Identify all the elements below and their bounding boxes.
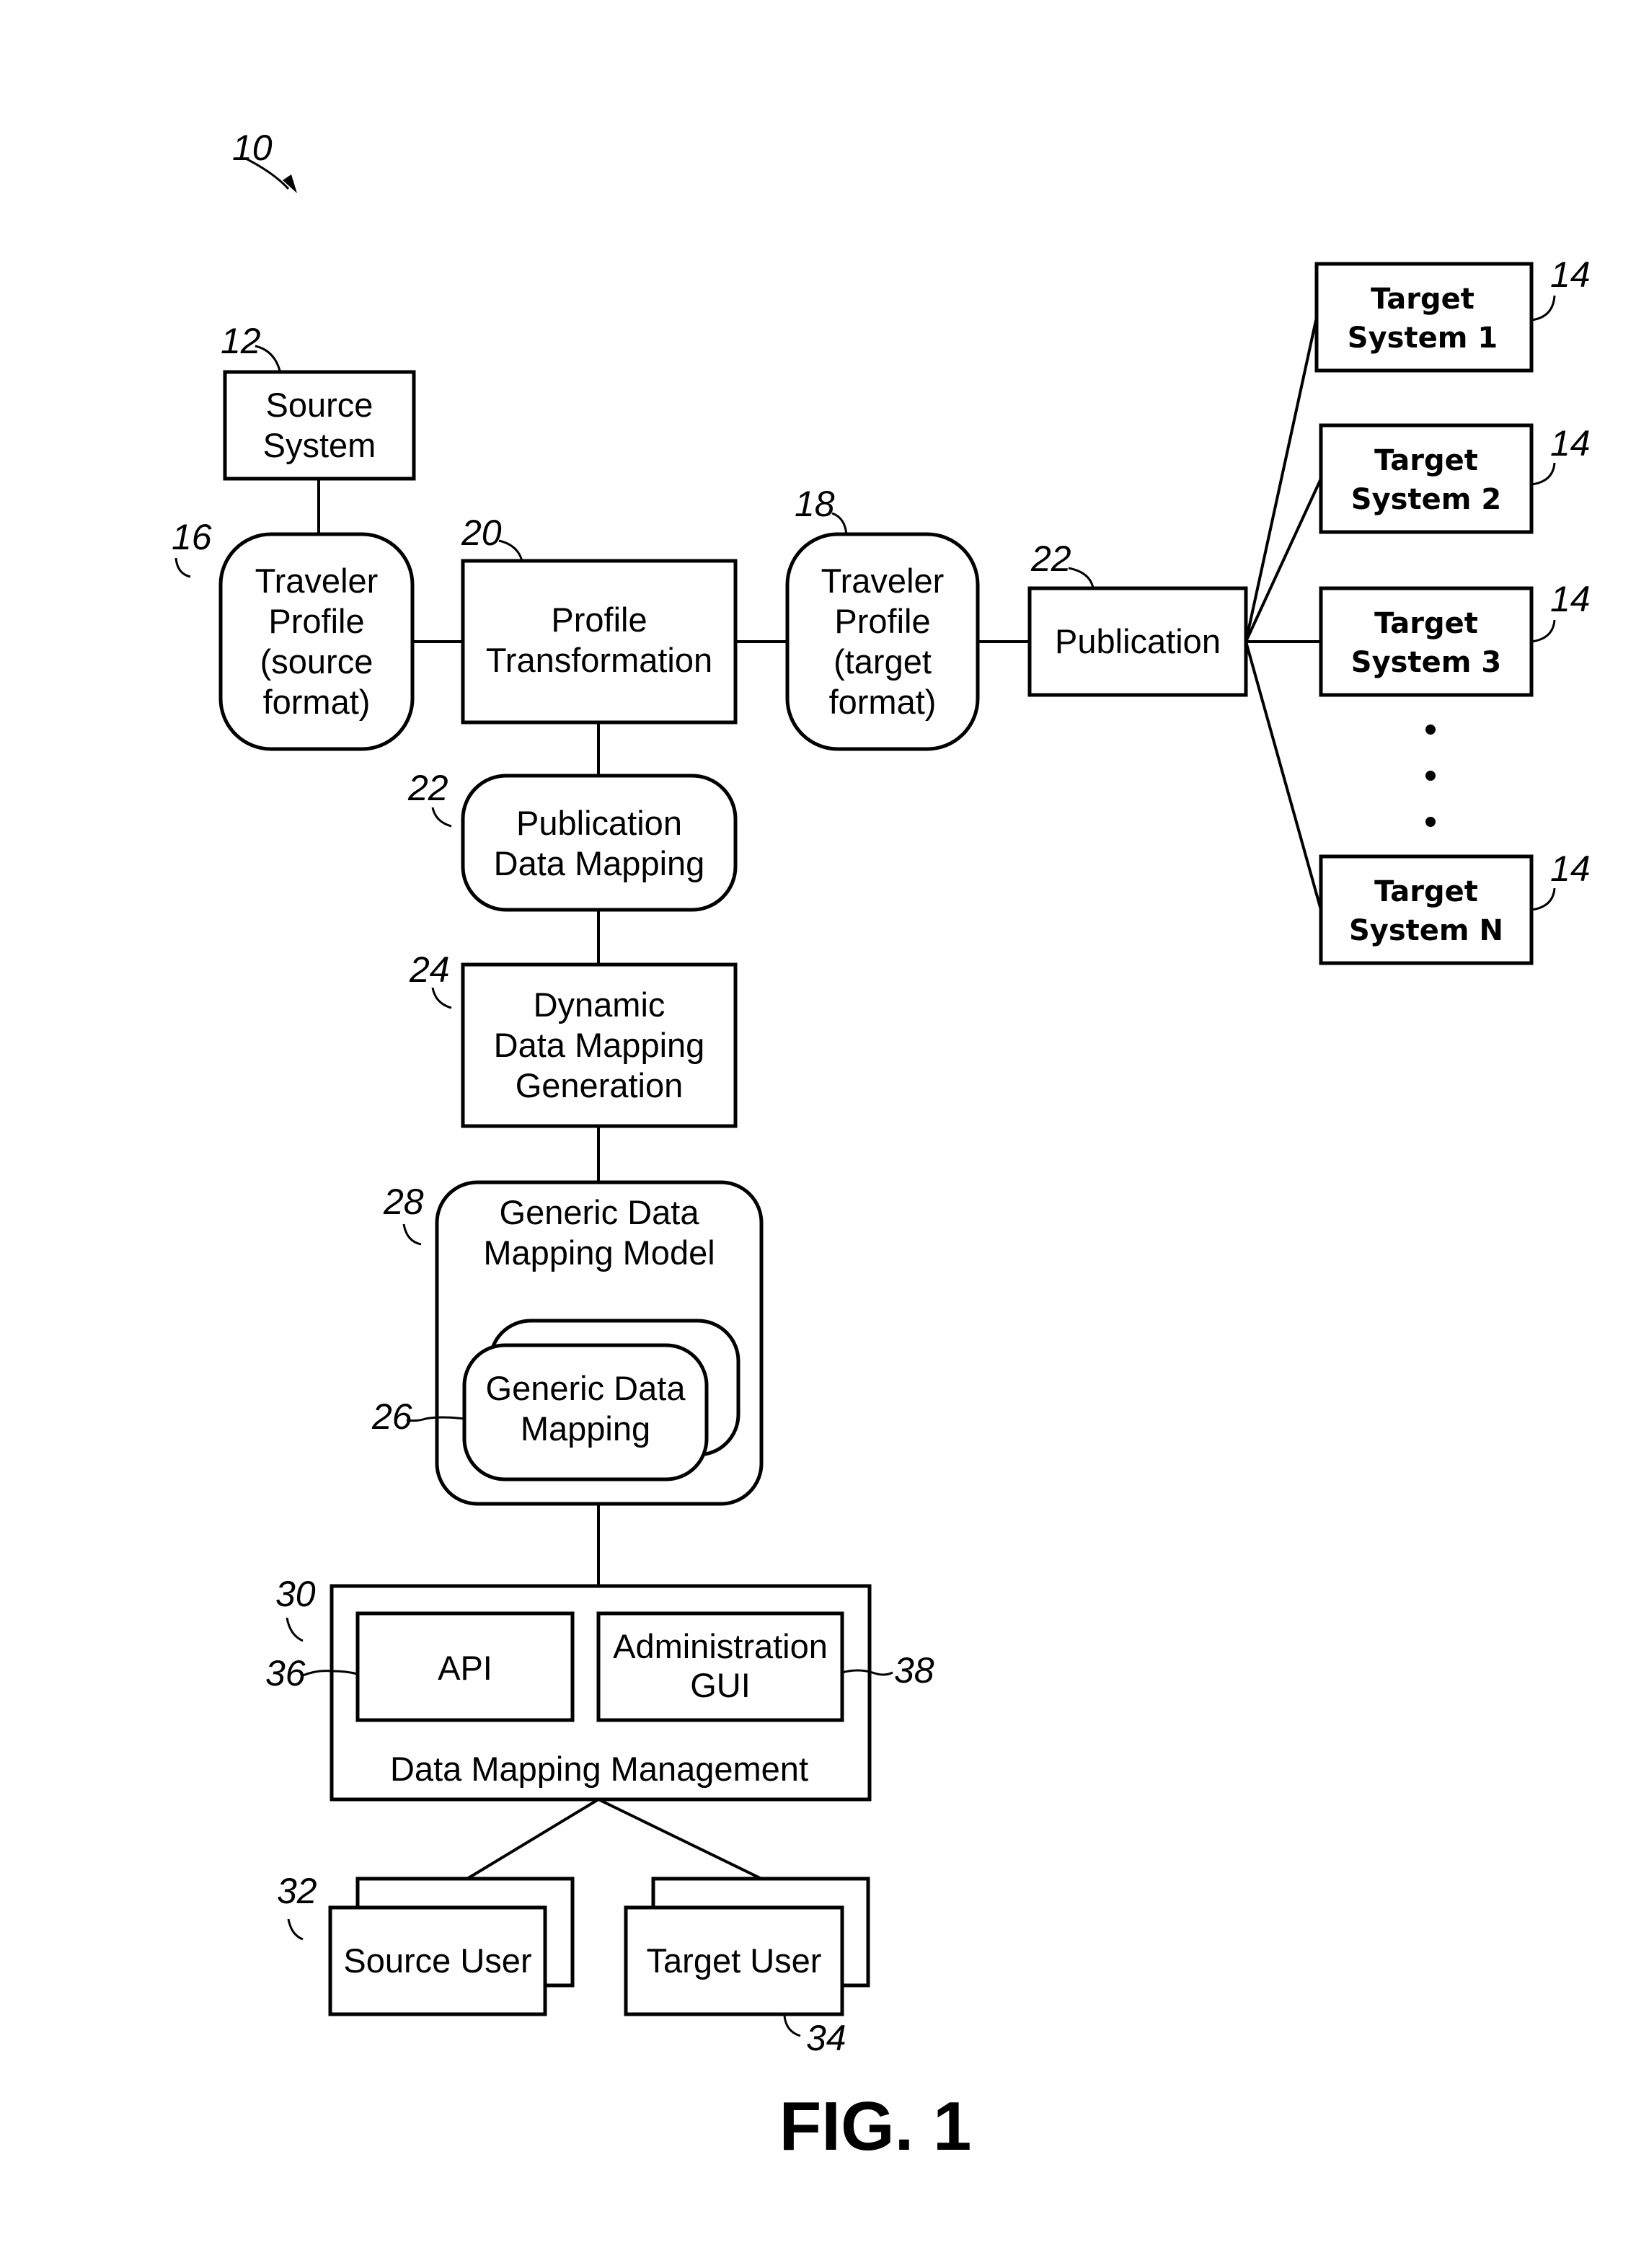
node-source-system: Source System 12 [221, 321, 416, 481]
ref-leader-22-publication [1068, 567, 1095, 589]
ref-leader-14-1 [1531, 295, 1556, 322]
traveler-profile-source-line3: (source [260, 642, 373, 681]
ref-leader-30 [286, 1617, 304, 1642]
target-system-2-line1: Target [1374, 444, 1478, 477]
traveler-profile-source-line2: Profile [268, 602, 364, 640]
ref-leader-14-3 [1531, 619, 1556, 643]
target-system-3-line1: Target [1374, 607, 1478, 640]
ref-leader-34 [783, 2015, 801, 2037]
ref-label-28: 28 [383, 1182, 424, 1222]
ref-label-36: 36 [265, 1653, 306, 1693]
target-user-label: Target User [647, 1941, 822, 1980]
data-mapping-management-label: Data Mapping Management [390, 1750, 808, 1788]
target-system-3-line2: System 3 [1351, 646, 1501, 679]
ref-leader-22-mapping [431, 807, 452, 828]
profile-transformation-line2: Transformation [486, 641, 712, 679]
node-target-system-2: Target System 2 14 [1319, 423, 1591, 534]
ref-leader-14-2 [1531, 462, 1556, 486]
dynamic-data-mapping-line3: Generation [516, 1066, 684, 1104]
node-dynamic-data-mapping-generation: Dynamic Data Mapping Generation 24 [409, 949, 738, 1128]
node-source-user: Source User 32 [277, 1871, 575, 2016]
traveler-profile-target-line2: Profile [834, 602, 930, 640]
ref-label-14-1: 14 [1550, 254, 1591, 295]
node-publication-data-mapping: Publication Data Mapping 22 [407, 768, 738, 912]
connector-management-to-target-user [598, 1798, 762, 1880]
ref-leader-16 [174, 557, 191, 578]
node-publication: Publication 22 [1027, 539, 1248, 697]
system-diagram: 10 Source System 12 Traveler Profile (so… [172, 128, 1591, 2165]
profile-transformation-line1: Profile [551, 601, 647, 639]
publication-data-mapping-box [461, 774, 738, 912]
ref-label-14-2: 14 [1550, 423, 1591, 464]
publication-data-mapping-line2: Data Mapping [494, 844, 705, 882]
ref-label-14-3: 14 [1550, 579, 1591, 619]
ref-label-14-n: 14 [1550, 849, 1591, 889]
generic-data-mapping-line1: Generic Data [486, 1369, 686, 1407]
node-target-user: Target User 34 [624, 1877, 870, 2058]
ref-leader-24 [431, 987, 452, 1009]
generic-data-mapping-model-line1: Generic Data [500, 1193, 700, 1231]
ref-label-24: 24 [409, 949, 450, 990]
ellipsis-dot [1425, 725, 1436, 735]
ellipsis-dot [1425, 771, 1436, 781]
node-target-system-1: Target System 1 14 [1314, 254, 1591, 373]
dynamic-data-mapping-line1: Dynamic [534, 985, 666, 1024]
ref-leader-14-n [1531, 887, 1556, 911]
traveler-profile-target-line3: (target [834, 642, 932, 681]
ellipsis-dots [1425, 725, 1436, 827]
ref-label-34: 34 [806, 2018, 846, 2058]
connector-publication-to-target-1 [1244, 316, 1318, 642]
node-data-mapping-management: Data Mapping Management 30 API 36 Admini… [265, 1574, 934, 1802]
target-system-n-line1: Target [1374, 875, 1478, 908]
ref-label-32: 32 [277, 1871, 317, 1911]
node-target-system-3: Target System 3 14 [1319, 579, 1591, 697]
publication-data-mapping-line1: Publication [516, 804, 682, 842]
publication-label: Publication [1055, 622, 1221, 660]
ref-label-16: 16 [172, 517, 212, 557]
traveler-profile-source-line4: format) [263, 683, 371, 721]
ellipsis-dot [1425, 817, 1436, 827]
ref-leader-20 [498, 539, 523, 562]
ref-leader-28 [402, 1223, 422, 1246]
node-traveler-profile-source: Traveler Profile (source format) 16 [172, 517, 415, 751]
node-generic-data-mapping: Generic Data Mapping 26 [371, 1319, 740, 1481]
ref-label-22-mapping: 22 [407, 768, 448, 808]
traveler-profile-target-line1: Traveler [821, 562, 945, 600]
ref-label-20: 20 [461, 513, 502, 553]
ref-label-22-publication: 22 [1030, 539, 1071, 579]
connector-publication-to-target-2 [1244, 478, 1322, 642]
connector-management-to-source-user [466, 1798, 600, 1880]
source-system-label-line1: Source [266, 386, 373, 424]
ref-label-30: 30 [275, 1574, 316, 1614]
source-system-label-line2: System [263, 426, 376, 464]
api-label: API [438, 1649, 492, 1687]
administration-gui-line2: GUI [690, 1666, 751, 1704]
node-profile-transformation: Profile Transformation 20 [461, 513, 738, 725]
connector-publication-to-target-n [1244, 641, 1322, 911]
dynamic-data-mapping-line2: Data Mapping [494, 1026, 705, 1064]
node-traveler-profile-target: Traveler Profile (target format) 18 [785, 484, 980, 751]
ref-leader-32 [287, 1918, 304, 1941]
ref-label-12: 12 [221, 321, 261, 361]
generic-data-mapping-model-line2: Mapping Model [483, 1233, 715, 1272]
generic-data-mapping-line2: Mapping [521, 1409, 650, 1448]
ref-label-38: 38 [894, 1650, 934, 1691]
traveler-profile-source-line1: Traveler [255, 562, 379, 600]
target-system-1-line2: System 1 [1348, 322, 1498, 355]
source-user-label: Source User [343, 1941, 531, 1980]
figure-caption: FIG. 1 [779, 2088, 972, 2165]
target-system-n-line2: System N [1349, 914, 1503, 947]
administration-gui-line1: Administration [613, 1627, 828, 1665]
node-target-system-n: Target System N 14 [1319, 849, 1591, 965]
target-system-1-line1: Target [1371, 283, 1474, 316]
target-system-2-line2: System 2 [1351, 483, 1501, 516]
ref-label-18: 18 [795, 484, 835, 524]
traveler-profile-target-line4: format) [829, 683, 937, 721]
ref-label-26: 26 [371, 1396, 412, 1437]
